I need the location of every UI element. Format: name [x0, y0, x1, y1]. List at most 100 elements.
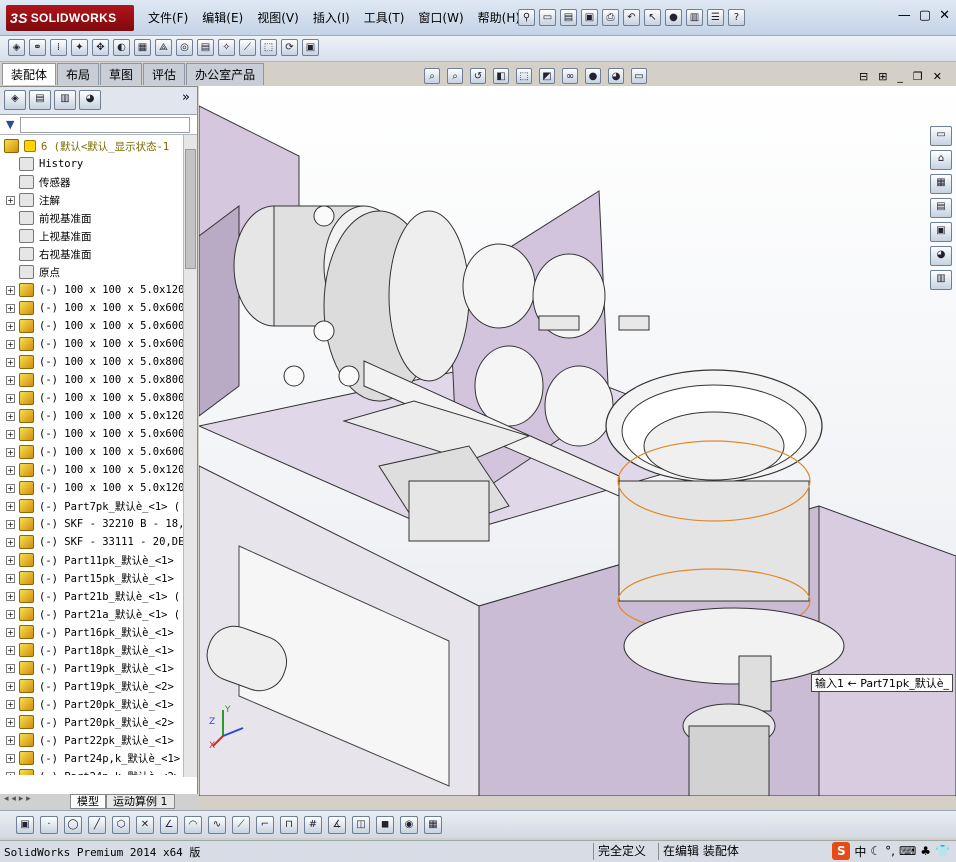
- view-orientation-icon[interactable]: ⬚: [516, 68, 532, 84]
- tree-item[interactable]: + (-) Part20pk_默认è_<1>: [6, 695, 174, 713]
- design-library-icon[interactable]: ▦: [930, 174, 952, 194]
- keyboard-icon[interactable]: ⌨: [899, 844, 916, 858]
- expand-icon[interactable]: +: [6, 285, 15, 295]
- menu-edit[interactable]: 编辑(E): [202, 9, 243, 26]
- expand-icon[interactable]: +: [6, 303, 15, 313]
- expand-icon[interactable]: +: [6, 663, 15, 673]
- expand-icon[interactable]: +: [6, 591, 15, 601]
- tree-item[interactable]: + (-) 100 x 100 x 5.0x120: [6, 407, 184, 425]
- tree-item[interactable]: + (-) 100 x 100 x 5.0x600: [6, 443, 184, 461]
- view-palette-icon[interactable]: ▣: [930, 222, 952, 242]
- zoom-to-fit-icon[interactable]: ⌕: [424, 68, 440, 84]
- component-pattern-icon[interactable]: ⁞: [50, 39, 67, 56]
- tree-item[interactable]: History: [6, 155, 83, 173]
- expand-icon[interactable]: +: [6, 753, 15, 763]
- tree-scrollbar[interactable]: [183, 135, 197, 777]
- exploded-view-icon[interactable]: ✧: [218, 39, 235, 56]
- doc-restore-icon[interactable]: ❐: [913, 70, 923, 83]
- insert-component-icon[interactable]: ◈: [8, 39, 25, 56]
- doc-minimize-icon[interactable]: _: [897, 70, 903, 83]
- expand-icon[interactable]: +: [6, 519, 15, 529]
- undo-icon[interactable]: ↶: [623, 9, 640, 26]
- update-speedpak-icon[interactable]: ⟳: [281, 39, 298, 56]
- feature-manager-tab-icon[interactable]: ◈: [4, 90, 26, 110]
- tree-item[interactable]: + (-) Part24p,k_默认è_<1>: [6, 749, 180, 767]
- doc-close-icon[interactable]: ✕: [933, 70, 942, 83]
- zoom-to-area-icon[interactable]: ⌕: [447, 68, 463, 84]
- expand-icon[interactable]: +: [6, 375, 15, 385]
- menu-insert[interactable]: 插入(I): [313, 9, 350, 26]
- smart-fasteners-icon[interactable]: ✦: [71, 39, 88, 56]
- shaded-view-icon[interactable]: ◼: [376, 815, 394, 834]
- tile-horizontal-icon[interactable]: ⊟: [859, 70, 868, 83]
- menu-view[interactable]: 视图(V): [257, 9, 299, 26]
- expand-icon[interactable]: +: [6, 681, 15, 691]
- arc-icon[interactable]: ◠: [184, 815, 202, 834]
- expand-icon[interactable]: +: [6, 609, 15, 619]
- save-icon[interactable]: ▣: [581, 9, 598, 26]
- expand-icon[interactable]: +: [6, 645, 15, 655]
- tab-assembly[interactable]: 装配体: [2, 63, 57, 85]
- graphics-viewport[interactable]: ▭ ⌂ ▦ ▤ ▣ ◕ ▥ Y Z X 输入1 ← Part71pk_默认è_: [199, 86, 956, 796]
- menu-tools[interactable]: 工具(T): [364, 9, 405, 26]
- select-cursor-icon[interactable]: ↖: [644, 9, 661, 26]
- expand-icon[interactable]: +: [6, 321, 15, 331]
- tree-item[interactable]: 右视基准面: [6, 245, 92, 263]
- property-manager-tab-icon[interactable]: ▤: [29, 90, 51, 110]
- skin-icon[interactable]: ♣: [920, 844, 931, 858]
- file-explorer-icon[interactable]: ▤: [930, 198, 952, 218]
- bill-of-materials-icon[interactable]: ▤: [197, 39, 214, 56]
- edit-appearance-icon[interactable]: ●: [585, 68, 601, 84]
- dimension-icon[interactable]: ⊓: [280, 815, 298, 834]
- move-component-icon[interactable]: ✥: [92, 39, 109, 56]
- menu-window[interactable]: 窗口(W): [418, 9, 463, 26]
- sogou-ime-icon[interactable]: S: [832, 842, 851, 860]
- new-document-icon[interactable]: ▭: [539, 9, 556, 26]
- tab-motion-study[interactable]: 运动算例 1: [106, 794, 175, 809]
- menu-file[interactable]: 文件(F): [148, 9, 188, 26]
- expand-icon[interactable]: +: [6, 537, 15, 547]
- mate-icon[interactable]: ⚭: [29, 39, 46, 56]
- tree-item[interactable]: + (-) 100 x 100 x 5.0x600: [6, 335, 184, 353]
- tree-item[interactable]: + (-) SKF - 33111 - 20,DE: [6, 533, 184, 551]
- tree-item[interactable]: + (-) Part21a_默认è_<1> (: [6, 605, 180, 623]
- moon-icon[interactable]: ☾: [870, 844, 881, 858]
- new-motion-study-icon[interactable]: ◎: [176, 39, 193, 56]
- point-icon[interactable]: ·: [40, 815, 58, 834]
- tree-item[interactable]: + (-) Part15pk_默认è_<1>: [6, 569, 174, 587]
- tree-item[interactable]: 上视基准面: [6, 227, 92, 245]
- expand-icon[interactable]: +: [6, 717, 15, 727]
- table-icon[interactable]: ▦: [424, 815, 442, 834]
- circle-icon[interactable]: ◯: [64, 815, 82, 834]
- tree-item[interactable]: + (-) 100 x 100 x 5.0x800: [6, 389, 184, 407]
- tree-item[interactable]: + (-) Part21b_默认è_<1> (: [6, 587, 180, 605]
- tree-item[interactable]: + (-) SKF - 32210 B - 18,: [6, 515, 184, 533]
- pin-icon[interactable]: ⚲: [518, 9, 535, 26]
- menu-help[interactable]: 帮助(H): [478, 9, 520, 26]
- 3d-box-icon[interactable]: ◫: [352, 815, 370, 834]
- tab-layout[interactable]: 布局: [57, 63, 100, 85]
- tree-item[interactable]: + (-) Part18pk_默认è_<1>: [6, 641, 174, 659]
- expand-icon[interactable]: +: [6, 339, 15, 349]
- filter-icon[interactable]: ▼: [6, 118, 14, 131]
- expand-icon[interactable]: +: [6, 573, 15, 583]
- print-icon[interactable]: ⎙: [602, 9, 619, 26]
- angle-icon[interactable]: ∠: [160, 815, 178, 834]
- explode-line-sketch-icon[interactable]: ⟋: [239, 39, 256, 56]
- expand-icon[interactable]: +: [6, 501, 15, 511]
- corner-icon[interactable]: ⌐: [256, 815, 274, 834]
- line-icon[interactable]: ╱: [88, 815, 106, 834]
- spline-icon[interactable]: ∿: [208, 815, 226, 834]
- open-folder-icon[interactable]: ▤: [560, 9, 577, 26]
- tree-item[interactable]: + (-) Part19pk_默认è_<2>: [6, 677, 174, 695]
- shirt-icon[interactable]: 👕: [935, 844, 950, 858]
- tree-item[interactable]: + 注解: [6, 191, 60, 209]
- tree-item[interactable]: 传感器: [6, 173, 71, 191]
- assembly-features-icon[interactable]: ▦: [134, 39, 151, 56]
- tree-item[interactable]: + (-) Part16pk_默认è_<1>: [6, 623, 174, 641]
- expand-icon[interactable]: +: [6, 447, 15, 457]
- expand-icon[interactable]: +: [6, 627, 15, 637]
- expand-icon[interactable]: +: [6, 429, 15, 439]
- scrollbar-thumb[interactable]: [185, 149, 196, 269]
- previous-view-icon[interactable]: ↺: [470, 68, 486, 84]
